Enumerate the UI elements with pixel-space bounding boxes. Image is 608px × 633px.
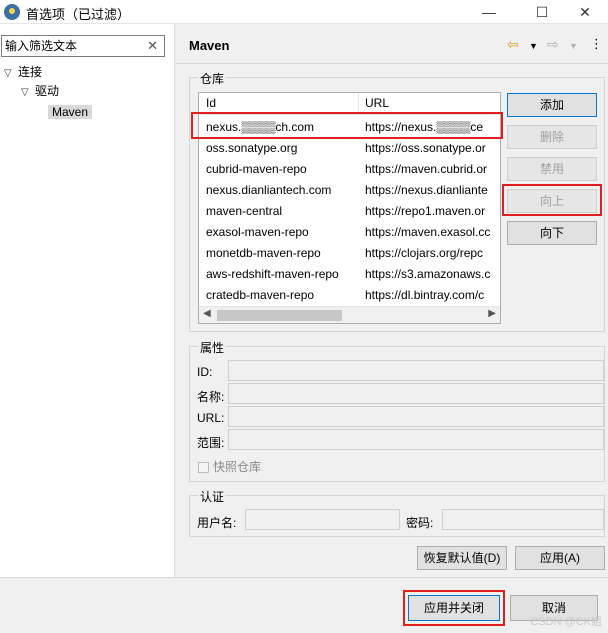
snapshot-checkbox-row: 快照仓库 (198, 458, 261, 475)
id-label: ID: (197, 365, 213, 379)
maven-preferences-page: Maven ⇦ ▼ ⇨ ▼ ⋮ 仓库 Id URL nexus.▒▒▒▒ch.c… (176, 24, 608, 577)
close-button[interactable]: ✕ (562, 0, 608, 24)
maximize-button[interactable]: ☐ (519, 0, 565, 24)
move-down-button[interactable]: 向下 (507, 221, 597, 245)
column-header-url[interactable]: URL (365, 96, 389, 110)
tree-item-maven[interactable]: Maven (48, 102, 93, 122)
url-field (228, 406, 604, 427)
table-row[interactable]: exasol-maven-repo https://maven.exasol.c… (199, 222, 500, 243)
clear-filter-icon[interactable]: ✕ (147, 38, 158, 54)
back-arrow-icon[interactable]: ⇦ (507, 36, 519, 52)
snapshot-checkbox (198, 462, 209, 474)
app-icon (4, 4, 20, 20)
tree-item-connection[interactable]: ▽ 连接 (4, 62, 42, 82)
collapse-icon[interactable]: ▽ (4, 64, 18, 84)
apply-button[interactable]: 应用(A) (515, 546, 605, 570)
add-button[interactable]: 添加 (507, 93, 597, 117)
password-field (442, 509, 604, 530)
back-dropdown-icon[interactable]: ▼ (529, 38, 538, 54)
scrollbar-thumb[interactable] (217, 310, 342, 321)
scope-label: 范围: (197, 436, 225, 450)
view-menu-icon[interactable]: ⋮ (590, 36, 603, 52)
page-title: Maven (189, 38, 230, 53)
watermark: CSDN @CK姐 (530, 616, 602, 628)
properties-group-label: 属性 (198, 339, 227, 356)
window-title: 首选项（已过滤） (26, 7, 131, 22)
page-header: Maven ⇦ ▼ ⇨ ▼ ⋮ (176, 24, 608, 64)
horizontal-scrollbar[interactable]: ◀ ▶ (199, 306, 500, 323)
scroll-right-icon[interactable]: ▶ (488, 308, 496, 319)
snapshot-label: 快照仓库 (213, 460, 262, 474)
scope-field (228, 429, 604, 450)
filter-input[interactable] (2, 36, 142, 56)
table-row[interactable]: nexus.dianliantech.com https://nexus.dia… (199, 180, 500, 201)
forward-arrow-icon: ⇨ (547, 36, 559, 52)
table-row[interactable]: oss.sonatype.org https://oss.sonatype.or (199, 138, 500, 159)
highlight-move-up (502, 184, 602, 216)
minimize-button[interactable]: — (466, 0, 512, 24)
table-row[interactable]: cratedb-maven-repo https://dl.bintray.co… (199, 285, 500, 306)
password-label: 密码: (406, 516, 434, 530)
highlight-apply-close (403, 590, 505, 626)
id-field (228, 360, 604, 381)
name-field (228, 383, 604, 404)
collapse-icon[interactable]: ▽ (21, 83, 35, 103)
table-row[interactable]: cubrid-maven-repo https://maven.cubrid.o… (199, 159, 500, 180)
highlight-selected-row (191, 112, 503, 139)
name-label: 名称: (197, 390, 225, 404)
column-header-id[interactable]: Id (206, 96, 216, 110)
disable-button[interactable]: 禁用 (507, 157, 597, 181)
footer-separator (0, 577, 608, 578)
preferences-tree-panel: ✕ ▽连接 ▽驱动 Maven (0, 24, 175, 577)
table-row[interactable]: maven-central https://repo1.maven.or (199, 201, 500, 222)
username-label: 用户名: (197, 516, 237, 530)
url-label: URL: (197, 411, 225, 425)
auth-group-label: 认证 (198, 488, 227, 505)
table-row[interactable]: monetdb-maven-repo https://clojars.org/r… (199, 243, 500, 264)
table-row[interactable]: aws-redshift-maven-repo https://s3.amazo… (199, 264, 500, 285)
filter-box: ✕ (1, 35, 165, 57)
username-field (245, 509, 400, 530)
repository-group-label: 仓库 (198, 70, 227, 87)
title-bar: 首选项（已过滤） — ☐ ✕ (0, 0, 608, 24)
forward-dropdown-icon: ▼ (569, 41, 578, 51)
delete-button[interactable]: 删除 (507, 125, 597, 149)
scroll-left-icon[interactable]: ◀ (203, 308, 211, 319)
tree-item-driver[interactable]: ▽ 驱动 (21, 81, 59, 101)
restore-defaults-button[interactable]: 恢复默认值(D) (417, 546, 507, 570)
